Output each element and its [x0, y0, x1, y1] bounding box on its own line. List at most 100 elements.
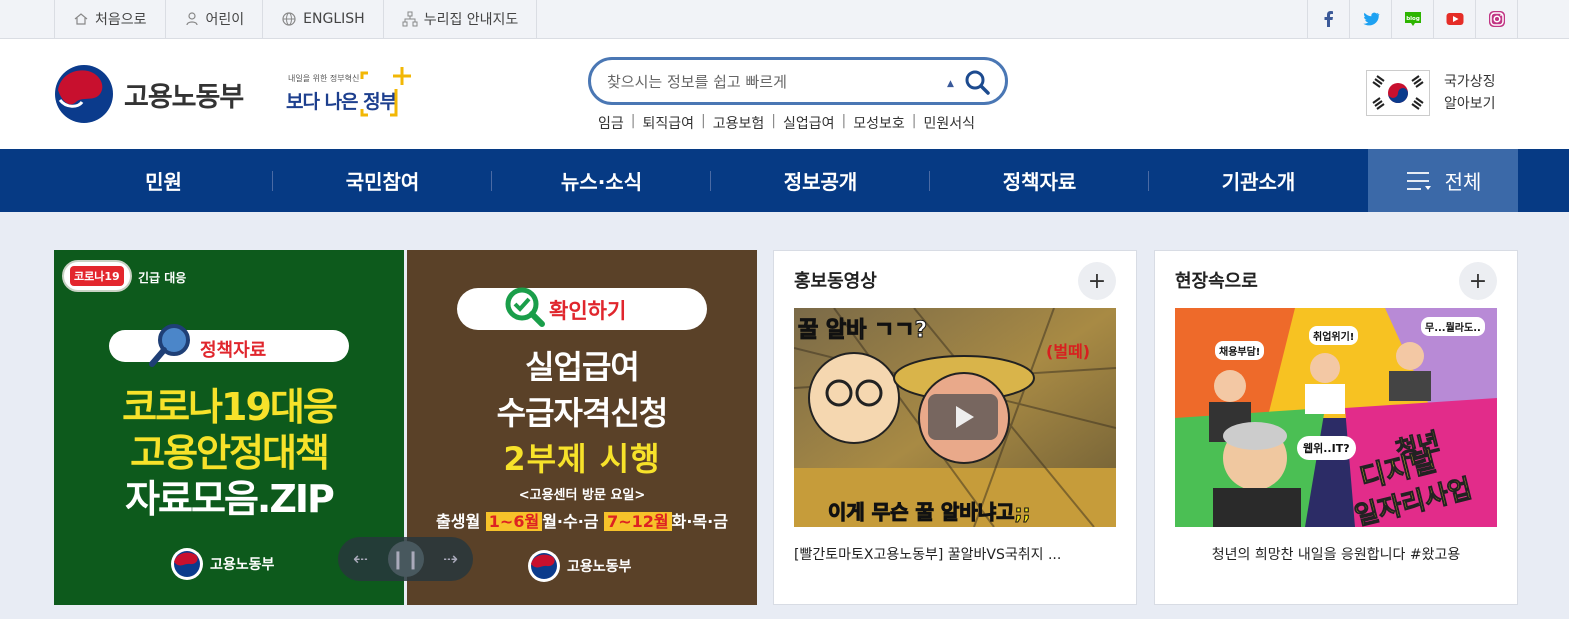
- banner-b-brand: 고용노동부: [527, 549, 631, 583]
- taegeuk-emblem-icon: [528, 550, 560, 582]
- banner-a-brand: 고용노동부: [170, 547, 274, 581]
- plus-bracket-icon: [360, 67, 411, 117]
- banner-b-line1: 실업급여: [525, 348, 640, 386]
- facebook-icon: [1324, 11, 1333, 27]
- field-news-more-button[interactable]: +: [1459, 262, 1497, 300]
- banner-b-line3: 2부제 시행: [503, 440, 661, 478]
- national-symbol-link[interactable]: 국가상징 알아보기: [1366, 70, 1496, 116]
- utility-links: 처음으로 어린이 ENGLISH 누리집 안내지도: [54, 0, 538, 38]
- instagram-link[interactable]: [1476, 0, 1518, 38]
- promo-video-card: 홍보동영상 + 꿀 알바 ㄱㄱ? (벌떼) 이게 무슨 꿀 알바냐고;; [빨간…: [773, 250, 1137, 605]
- quick-link-wage[interactable]: 임금: [598, 113, 624, 133]
- video-thumb-tag: (벌떼): [1046, 342, 1091, 361]
- next-arrow-icon[interactable]: ⇢: [433, 541, 469, 577]
- nav-item-policy[interactable]: 정책자료: [930, 149, 1149, 212]
- ministry-name: 고용노동부: [124, 81, 244, 113]
- globe-icon: [282, 12, 296, 26]
- second-half-badge: 7~12월: [604, 512, 672, 531]
- promo-video-caption[interactable]: [빨간토마토X고용노동부] 꿀알바VS국취지 ...: [794, 544, 1116, 564]
- field-news-thumbnail[interactable]: 채용부담! 취업위기! 무...뭘라도.. 웹위..IT? 청년 디지털 일자리…: [1175, 308, 1497, 527]
- field-news-card: 현장속으로 + 채용부담! 취업위기! 무...뭘라도.. 웹위..IT? 청년…: [1154, 250, 1518, 605]
- nav-item-news[interactable]: 뉴스·소식: [492, 149, 711, 212]
- utility-bar: 처음으로 어린이 ENGLISH 누리집 안내지도 blog: [0, 0, 1569, 39]
- sitemap-icon: [402, 11, 418, 27]
- nav-item-participation[interactable]: 국민참여: [273, 149, 492, 212]
- bubble-job-crisis: 취업위기!: [1309, 326, 1359, 345]
- search-icon[interactable]: [963, 68, 991, 96]
- korean-flag-icon: [1366, 70, 1430, 116]
- gov-innovation-badge[interactable]: 내일을 위한 정부혁신 보다 나은 정부: [286, 65, 414, 123]
- nav-item-about[interactable]: 기관소개: [1149, 149, 1368, 212]
- english-link[interactable]: ENGLISH: [263, 0, 384, 38]
- banner-a-line3: 자료모음.ZIP: [125, 477, 335, 521]
- sitemap-link[interactable]: 누리집 안내지도: [384, 0, 538, 38]
- quick-link-severance[interactable]: 퇴직급여: [642, 113, 694, 133]
- check-magnifier-icon: [505, 287, 545, 327]
- national-symbol-text: 국가상징 알아보기: [1444, 71, 1496, 115]
- quick-links: 임금 | 퇴직급여 | 고용보험 | 실업급여 | 모성보호 | 민원서식: [598, 113, 976, 133]
- twitter-icon: [1362, 12, 1379, 26]
- search-input[interactable]: [607, 70, 927, 94]
- video-thumb-subtitle: 이게 무슨 꿀 알바냐고;;: [828, 500, 1031, 525]
- search-box: ▲: [588, 57, 1008, 105]
- promo-video-title: 홍보동영상: [794, 271, 877, 292]
- sitemap-link-label: 누리집 안내지도: [423, 12, 519, 28]
- national-symbol-line1: 국가상징: [1444, 74, 1496, 90]
- svg-text:blog: blog: [1406, 16, 1420, 22]
- field-news-title: 현장속으로: [1175, 271, 1258, 292]
- promo-video-more-button[interactable]: +: [1078, 262, 1116, 300]
- birth-month-label: 출생월: [436, 512, 481, 531]
- menu-icon: [1406, 171, 1431, 190]
- kids-link[interactable]: 어린이: [166, 0, 264, 38]
- banner-b-brand-label: 고용노동부: [567, 559, 632, 575]
- first-half-badge: 1~6월: [485, 512, 543, 531]
- youtube-icon: [1446, 13, 1463, 25]
- slider-controls: ⇠ ❙❙ ⇢: [338, 537, 473, 581]
- blog-link[interactable]: blog: [1392, 0, 1434, 38]
- kids-link-label: 어린이: [205, 12, 245, 28]
- youtube-link[interactable]: [1434, 0, 1476, 38]
- check-pill-label: 확인하기: [549, 299, 627, 323]
- nav-item-civil[interactable]: 민원: [54, 149, 273, 212]
- second-half-days: 화·목·금: [671, 512, 728, 531]
- quick-link-maternity[interactable]: 모성보호: [853, 113, 905, 133]
- magnifier-icon: [149, 324, 190, 367]
- covid-tag-label: 코로나19: [70, 266, 124, 286]
- all-menu-button[interactable]: 전체: [1368, 149, 1518, 212]
- prev-arrow-icon[interactable]: ⇠: [343, 541, 379, 577]
- english-link-label: ENGLISH: [303, 11, 365, 27]
- banner-b-schedule: 출생월 1~6월 월·수·금 7~12월 화·목·금: [407, 508, 757, 532]
- quick-link-forms[interactable]: 민원서식: [923, 113, 975, 133]
- bubble-it: 웹위..IT?: [1297, 436, 1356, 460]
- banner-b-line4: <고용센터 방문 요일>: [518, 488, 646, 503]
- promo-video-thumbnail[interactable]: 꿀 알바 ㄱㄱ? (벌떼) 이게 무슨 꿀 알바냐고;;: [794, 308, 1116, 527]
- home-link[interactable]: 처음으로: [55, 0, 166, 38]
- taegeuk-emblem-icon: [171, 548, 203, 580]
- home-icon: [74, 13, 88, 25]
- twitter-link[interactable]: [1350, 0, 1392, 38]
- nav-item-disclosure[interactable]: 정보공개: [711, 149, 930, 212]
- home-link-label: 처음으로: [95, 12, 147, 28]
- quick-link-insurance[interactable]: 고용보험: [713, 113, 765, 133]
- all-menu-label: 전체: [1444, 170, 1482, 194]
- policy-pill-label: 정책자료: [200, 340, 267, 361]
- instagram-icon: [1488, 11, 1505, 27]
- bubble-anything: 무...뭘라도..: [1421, 317, 1485, 336]
- taegeuk-emblem-icon: [55, 65, 113, 123]
- blog-icon: blog: [1404, 12, 1421, 26]
- pause-icon[interactable]: ❙❙: [387, 541, 424, 577]
- caret-up-icon[interactable]: ▲: [947, 79, 954, 89]
- national-symbol-line2: 알아보기: [1444, 96, 1496, 112]
- site-header: 고용노동부 내일을 위한 정부혁신 보다 나은 정부 ▲ 임금| 퇴직급여| 고…: [0, 39, 1569, 149]
- banner-b-line2: 수급자격신청: [496, 394, 669, 432]
- ministry-logo[interactable]: 고용노동부: [54, 64, 244, 124]
- video-thumb-title: 꿀 알바 ㄱㄱ?: [797, 318, 928, 344]
- facebook-link[interactable]: [1308, 0, 1350, 38]
- covid-tag: 코로나19: [62, 260, 132, 292]
- sns-links: blog: [1307, 0, 1518, 38]
- person-icon: [185, 12, 198, 26]
- covid-tag-caption: 긴급 대응: [138, 271, 187, 285]
- bubble-hiring: 채용부담!: [1215, 341, 1265, 360]
- field-news-caption[interactable]: 청년의 희망찬 내일을 응원합니다 #왔고용: [1175, 544, 1497, 564]
- quick-link-unemployment[interactable]: 실업급여: [783, 113, 835, 133]
